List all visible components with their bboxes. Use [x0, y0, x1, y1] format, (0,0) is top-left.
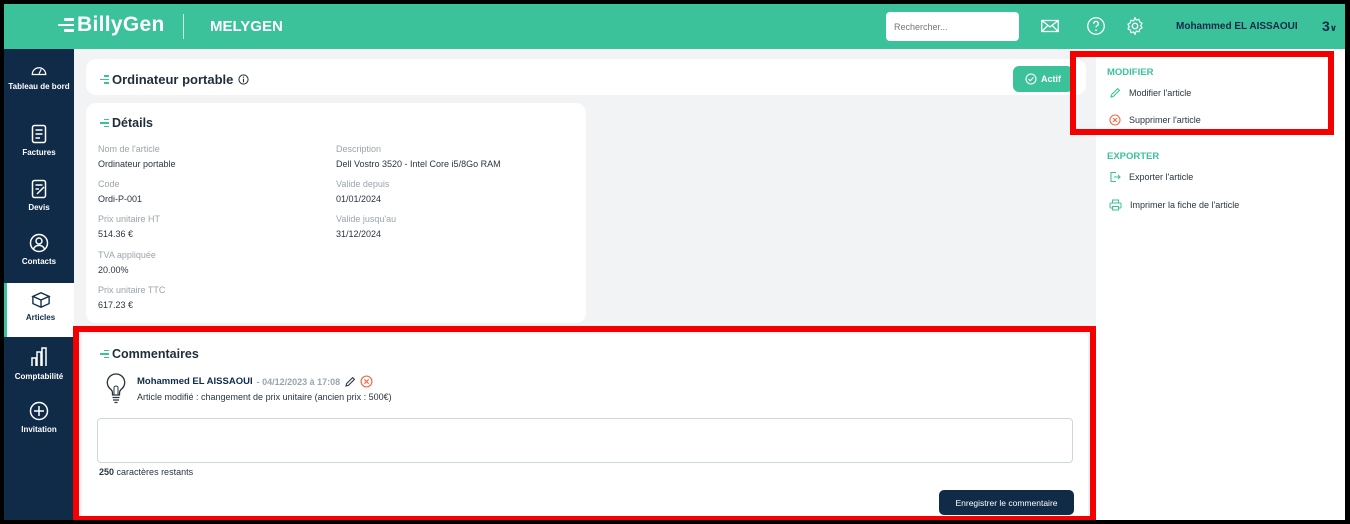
print-article-label: Imprimer la fiche de l'article [1130, 200, 1240, 210]
modify-heading: MODIFIER [1107, 67, 1154, 78]
field-label: TVA appliquée [98, 250, 156, 260]
sidebar-item-dashboard[interactable]: Tableau de bord [4, 59, 74, 114]
status-badge[interactable]: Actif [1013, 66, 1073, 92]
quote-icon [31, 179, 47, 199]
field-label: Nom de l'article [98, 144, 160, 154]
field-label: Description [336, 144, 382, 154]
chevron-down-icon: ∨ [1329, 23, 1338, 33]
sidebar-item-invoices[interactable]: Factures [4, 124, 74, 174]
modify-article-label: Modifier l'article [1129, 88, 1192, 98]
actions-panel: MODIFIER Modifier l'article Supprimer l'… [1096, 49, 1345, 520]
info-icon[interactable] [238, 74, 249, 85]
sidebar-item-label: Comptabilité [14, 372, 64, 381]
edit-pencil-icon [1110, 87, 1121, 98]
details-title: Détails [100, 116, 153, 130]
print-article-link[interactable]: Imprimer la fiche de l'article [1109, 199, 1239, 211]
sidebar-item-contacts[interactable]: Contacts [4, 233, 74, 283]
brand-logo[interactable]: BillyGen [58, 13, 165, 37]
plus-circle-icon [29, 401, 49, 421]
user-menu-label: 3 [1322, 18, 1330, 34]
sidebar-item-label: Tableau de bord [8, 82, 70, 91]
field-label: Prix unitaire HT [98, 214, 161, 224]
title-mark-icon [100, 349, 109, 359]
help-icon[interactable] [1085, 15, 1107, 37]
comment-author-line: Mohammed EL AISSAOUI - 04/12/2023 à 17:0… [137, 375, 373, 388]
sidebar-item-label: Contacts [21, 257, 57, 266]
field-label: Code [98, 179, 120, 189]
edit-pencil-icon[interactable] [344, 376, 356, 388]
brand-name: BillyGen [77, 13, 165, 36]
user-name[interactable]: Mohammed EL AISSAOUI [1176, 21, 1298, 32]
printer-icon [1109, 199, 1122, 211]
invoice-icon [31, 124, 47, 144]
comments-title-label: Commentaires [112, 347, 199, 361]
page-title: Ordinateur portable [100, 72, 249, 87]
field-label: Valide jusqu'au [336, 214, 397, 224]
settings-gear-icon[interactable] [1124, 15, 1146, 37]
chars-remaining-label: caractères restants [116, 467, 194, 477]
details-title-label: Détails [112, 116, 153, 130]
comment-date: - 04/12/2023 à 17:08 [256, 376, 341, 387]
field-value: Ordi-P-001 [98, 194, 143, 204]
comments-title: Commentaires [100, 347, 199, 361]
contacts-icon [29, 233, 49, 253]
chars-remaining: 250 caractères restants [99, 467, 193, 477]
comment-text: Article modifié : changement de prix uni… [137, 392, 392, 402]
export-article-label: Exporter l'article [1129, 172, 1194, 182]
save-comment-button[interactable]: Enregistrer le commentaire [939, 490, 1074, 515]
sidebar-item-label: Invitation [21, 425, 57, 434]
field-label: Valide depuis [336, 179, 390, 189]
delete-circle-icon [1109, 114, 1121, 126]
top-bar: BillyGen MELYGEN Mohammed EL AISSAOUI 3∨ [4, 4, 1345, 49]
sidebar-item-quotes[interactable]: Devis [4, 179, 74, 229]
search-input[interactable] [886, 12, 1019, 41]
sidebar-item-accounting[interactable]: Comptabilité [4, 346, 74, 396]
comment-input[interactable] [97, 418, 1073, 463]
delete-circle-icon[interactable] [360, 375, 373, 388]
export-heading: EXPORTER [1107, 151, 1160, 162]
user-menu-toggle[interactable]: 3∨ [1322, 18, 1337, 34]
title-mark-icon [100, 75, 109, 84]
delete-article-link[interactable]: Supprimer l'article [1109, 114, 1201, 126]
sidebar-item-label: Devis [28, 203, 50, 212]
field-value: 31/12/2024 [336, 229, 382, 239]
mail-icon[interactable] [1039, 15, 1061, 37]
chars-remaining-count: 250 [99, 467, 115, 477]
export-icon [1110, 171, 1121, 183]
sidebar-item-articles[interactable]: Articles [4, 283, 74, 337]
sidebar: Tableau de bord Factures Devis Contacts … [4, 49, 74, 520]
divider [183, 14, 184, 39]
sidebar-item-invitation[interactable]: Invitation [4, 401, 74, 451]
company-name: MELYGEN [210, 18, 283, 35]
gauge-icon [31, 67, 47, 76]
field-value: 617.23 € [98, 300, 134, 310]
accounting-icon [31, 347, 47, 366]
field-value: 01/01/2024 [336, 194, 382, 204]
field-value: 20.00% [98, 265, 129, 275]
box-icon [30, 292, 51, 308]
lightbulb-icon [106, 373, 126, 404]
field-value: 514.36 € [98, 229, 134, 239]
sidebar-item-label: Articles [25, 313, 56, 322]
app-window: BillyGen MELYGEN Mohammed EL AISSAOUI 3∨ [4, 4, 1345, 520]
field-value: Ordinateur portable [98, 159, 176, 169]
export-article-link[interactable]: Exporter l'article [1109, 171, 1193, 183]
field-label: Prix unitaire TTC [98, 285, 166, 295]
field-value: Dell Vostro 3520 - Intel Core i5/8Go RAM [336, 159, 501, 169]
status-label: Actif [1041, 74, 1061, 84]
comment-author: Mohammed EL AISSAOUI [137, 376, 253, 387]
article-title: Ordinateur portable [112, 72, 234, 87]
title-mark-icon [100, 118, 109, 128]
delete-article-label: Supprimer l'article [1129, 115, 1201, 125]
sidebar-item-label: Factures [22, 148, 56, 157]
logo-mark-icon [58, 18, 74, 32]
check-circle-icon [1025, 73, 1037, 85]
modify-article-link[interactable]: Modifier l'article [1109, 87, 1191, 99]
